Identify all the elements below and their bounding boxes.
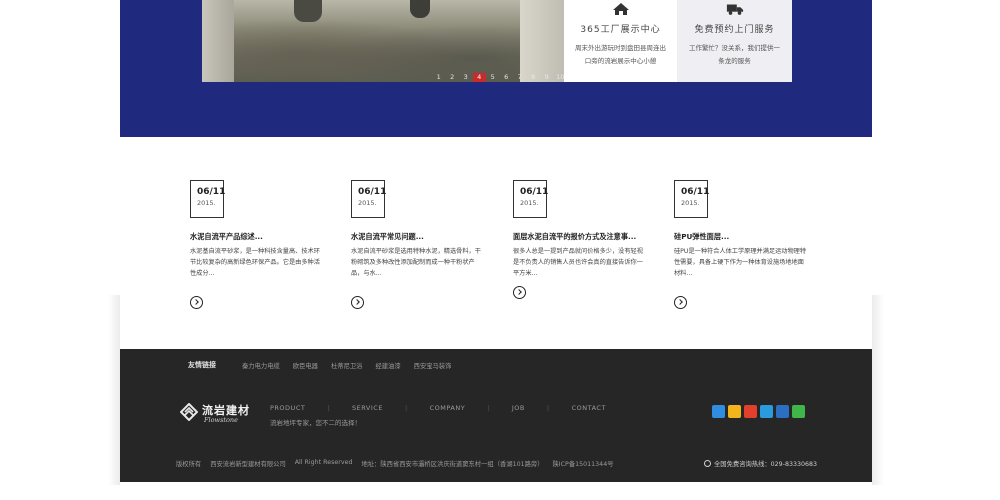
house-icon xyxy=(612,3,629,15)
pager-dot[interactable]: 7 xyxy=(513,73,527,82)
hotline: 全国免费咨询热线：029-83330683 xyxy=(704,459,817,468)
hotline-text: 全国免费咨询热线：029-83330683 xyxy=(714,461,818,468)
company-address: 地址：陕西省西安市灞桥区洪庆街道窦东村一组（香湖101路旁） xyxy=(361,461,544,468)
news-title[interactable]: 水泥自流平产品综述... xyxy=(190,231,325,243)
card-description: 周末外出游玩时到盘田县周连出口旁的流岩展示中心小憩 xyxy=(575,44,666,65)
read-more-arrow-icon[interactable] xyxy=(674,296,687,309)
pager-dot[interactable]: 6 xyxy=(500,73,514,82)
pager-dot[interactable]: 3 xyxy=(459,73,473,82)
pager-dot-active[interactable]: 4 xyxy=(472,73,486,82)
read-more-arrow-icon[interactable] xyxy=(513,286,526,299)
nav-separator: | xyxy=(546,404,550,412)
news-year: 2015. xyxy=(358,199,377,207)
pager-dot[interactable]: 9 xyxy=(540,73,554,82)
news-date: 06/11 xyxy=(358,187,387,197)
footer-nav: PRODUCT | SERVICE | COMPANY | JOB | CONT… xyxy=(270,404,606,412)
news-summary: 水泥自流平砂浆是选用特种水泥，精选骨料，干粉砌筑及多种改性添加配制而成一种干粉状… xyxy=(351,248,481,277)
footer-nav-contact[interactable]: CONTACT xyxy=(572,404,606,412)
footer-nav-company[interactable]: COMPANY xyxy=(430,404,466,412)
photo-machine-2 xyxy=(410,0,430,18)
footer-nav-job[interactable]: JOB xyxy=(512,404,525,412)
news-date: 06/11 xyxy=(681,187,710,197)
date-box: 06/11 2015. xyxy=(351,180,387,218)
nav-separator: | xyxy=(404,404,408,412)
onsite-service-card[interactable]: 免费预约上门服务 工作繁忙？没关系，我们提供一条龙的服务 xyxy=(677,0,792,82)
news-summary: 硅PU是一种符合人体工学原理并满足运动物理特性需要，具备上硬下作为一种体育设施场… xyxy=(674,248,807,277)
favorite-star-icon[interactable] xyxy=(728,405,741,418)
friend-links-label: 友情链接 xyxy=(188,361,216,369)
pager-dot[interactable]: 2 xyxy=(446,73,460,82)
logo-english: Flowstone xyxy=(204,416,238,424)
friend-link[interactable]: 秦力电力电缆 xyxy=(242,361,280,370)
news-item[interactable]: 06/11 2015. 水泥自流平产品综述... 水泥基自流平砂浆，是一种科技含… xyxy=(190,180,325,309)
weibo-icon[interactable] xyxy=(744,405,757,418)
friend-link[interactable]: 西安宝马装饰 xyxy=(414,361,452,370)
footer-nav-service[interactable]: SERVICE xyxy=(352,404,383,412)
footer-nav-product[interactable]: PRODUCT xyxy=(270,404,305,412)
friend-links: 秦力电力电缆 欧臣电器 杜蒂尼卫浴 经建油漆 西安宝马装饰 xyxy=(242,361,451,370)
footer-tagline: 流岩地坪专家，您不二的选择！ xyxy=(270,419,361,427)
slideshow-pager: 1 2 3 4 5 6 7 8 9 10 xyxy=(432,73,567,82)
date-box: 06/11 2015. xyxy=(513,180,549,218)
company-name: 西安流岩新型建材有限公司 xyxy=(210,461,286,468)
news-title[interactable]: 硅PU弹性面层... xyxy=(674,231,809,243)
news-year: 2015. xyxy=(520,199,539,207)
news-year: 2015. xyxy=(681,199,700,207)
friend-link[interactable]: 杜蒂尼卫浴 xyxy=(331,361,362,370)
date-box: 06/11 2015. xyxy=(674,180,710,218)
nav-separator: | xyxy=(487,404,490,412)
copyright-label: 版权所有 xyxy=(176,461,202,468)
social-share-bar xyxy=(712,405,805,418)
read-more-arrow-icon[interactable] xyxy=(351,296,364,309)
card-description: 工作繁忙？没关系，我们提供一条龙的服务 xyxy=(689,44,780,65)
phone-icon xyxy=(704,460,711,467)
hero-banner: 1 2 3 4 5 6 7 8 9 10 365工厂展示中心 周末外出游玩时到盘… xyxy=(120,0,872,137)
wechat-icon[interactable] xyxy=(792,405,805,418)
qzone-share-icon[interactable] xyxy=(712,405,725,418)
photo-wall xyxy=(202,0,234,82)
pager-dot[interactable]: 1 xyxy=(432,73,446,82)
nav-separator: | xyxy=(327,404,331,412)
qq-icon[interactable] xyxy=(760,405,773,418)
page-shadow-right xyxy=(872,295,884,485)
logo-mark-icon xyxy=(180,403,198,421)
card-title: 免费预约上门服务 xyxy=(694,25,775,35)
news-item[interactable]: 06/11 2015. 硅PU弹性面层... 硅PU是一种符合人体工学原理并满足… xyxy=(674,180,809,309)
news-summary: 水泥基自流平砂浆，是一种科技含量高、技术环节比较复杂的高新绿色环保产品。它是由多… xyxy=(190,248,320,277)
news-title[interactable]: 面层水泥自流平的报价方式及注意事... xyxy=(513,231,648,243)
footer-logo[interactable]: 流岩建材 Flowstone xyxy=(180,402,250,426)
news-title[interactable]: 水泥自流平常见问题... xyxy=(351,231,486,243)
site-footer: 友情链接 秦力电力电缆 欧臣电器 杜蒂尼卫浴 经建油漆 西安宝马装饰 流岩建材 … xyxy=(120,349,872,482)
photo-machine xyxy=(294,0,322,22)
news-date: 06/11 xyxy=(197,187,226,197)
pager-dot[interactable]: 5 xyxy=(486,73,500,82)
news-item[interactable]: 06/11 2015. 面层水泥自流平的报价方式及注意事... 很多人总是一提到… xyxy=(513,180,648,299)
news-date: 06/11 xyxy=(520,187,549,197)
truck-icon xyxy=(726,4,743,15)
news-summary: 很多人总是一提到产品就问价格多少，没有轻视是不负责人的销售人员也许会真的直接告诉… xyxy=(513,248,643,277)
news-year: 2015. xyxy=(197,199,216,207)
photo-door xyxy=(520,0,564,82)
page-container: 1 2 3 4 5 6 7 8 9 10 365工厂展示中心 周末外出游玩时到盘… xyxy=(120,0,872,482)
friend-link[interactable]: 欧臣电器 xyxy=(293,361,318,370)
icp-number[interactable]: 陕ICP备15011344号 xyxy=(553,459,614,468)
showroom-card[interactable]: 365工厂展示中心 周末外出游玩时到盘田县周连出口旁的流岩展示中心小憩 xyxy=(564,0,677,82)
pager-dot[interactable]: 8 xyxy=(527,73,541,82)
copyright-line: 版权所有 西安流岩新型建材有限公司 All Right Reserved 地址：… xyxy=(176,459,614,468)
read-more-arrow-icon[interactable] xyxy=(190,296,203,309)
slideshow-photo[interactable]: 1 2 3 4 5 6 7 8 9 10 xyxy=(202,0,564,82)
card-title: 365工厂展示中心 xyxy=(580,25,661,35)
rights-reserved: All Right Reserved xyxy=(294,459,353,466)
date-box: 06/11 2015. xyxy=(190,180,226,218)
renren-icon[interactable] xyxy=(776,405,789,418)
friend-link[interactable]: 经建油漆 xyxy=(375,361,400,370)
news-item[interactable]: 06/11 2015. 水泥自流平常见问题... 水泥自流平砂浆是选用特种水泥，… xyxy=(351,180,486,309)
page-shadow-left xyxy=(108,295,120,485)
